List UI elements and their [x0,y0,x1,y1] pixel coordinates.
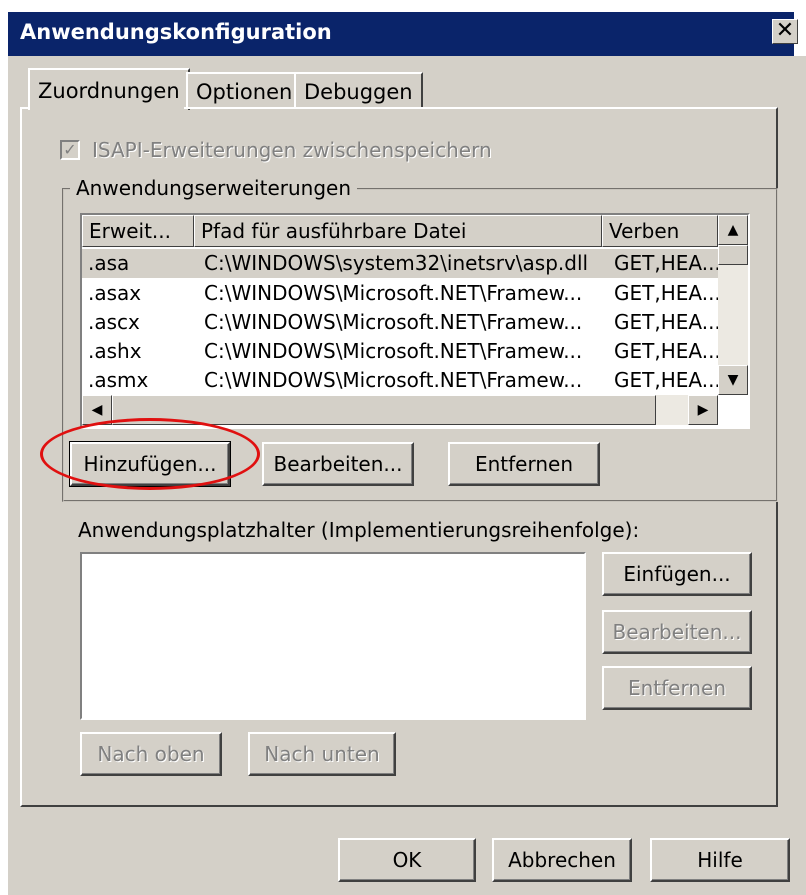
cell-path: C:\WINDOWS\Microsoft.NET\Framew... [204,339,583,363]
cell-verbs: GET,HEA... [614,368,718,392]
remove-placeholder-button[interactable]: Entfernen [602,666,752,710]
scroll-up-button[interactable]: ▲ [718,215,748,245]
active-tab-join [30,106,184,110]
arrow-down-icon: ▼ [727,372,739,388]
scroll-thumb[interactable] [718,245,748,265]
edit-placeholder-label: Bearbeiten... [612,620,742,644]
cell-path: C:\WINDOWS\Microsoft.NET\Framew... [204,281,583,305]
table-row[interactable]: .asmx C:\WINDOWS\Microsoft.NET\Framew...… [82,366,718,395]
ok-button[interactable]: OK [338,838,476,882]
cell-path: C:\WINDOWS\Microsoft.NET\Framew... [204,368,583,392]
cell-extension: .ashx [88,339,142,363]
help-button[interactable]: Hilfe [650,838,790,882]
tab-label: Debuggen [304,80,413,104]
tab-debuggen[interactable]: Debuggen [294,72,423,108]
scroll-down-button[interactable]: ▼ [718,365,748,395]
edit-placeholder-button[interactable]: Bearbeiten... [602,610,752,654]
check-icon: ✓ [63,140,77,159]
isapi-cache-checkbox[interactable]: ✓ [60,140,80,160]
insert-placeholder-button[interactable]: Einfügen... [602,552,752,596]
column-header-extension[interactable]: Erweit... [82,215,194,247]
table-row[interactable]: .ashx C:\WINDOWS\Microsoft.NET\Framew...… [82,337,718,366]
arrow-right-icon: ▶ [697,402,709,418]
isapi-cache-label-text: ISAPI-Erweiterungen zwischenspeichern [92,138,492,162]
cell-verbs: GET,HEA... [614,281,718,305]
move-down-label: Nach unten [264,742,380,766]
cell-extension: .asmx [88,368,149,392]
cancel-label: Abbrechen [508,848,616,872]
scroll-right-button[interactable]: ▶ [688,395,718,425]
edit-extension-label: Bearbeiten... [273,452,403,476]
help-label: Hilfe [697,848,743,872]
close-button[interactable]: ✕ [772,19,798,44]
cell-extension: .asa [88,251,130,275]
move-up-label: Nach oben [97,742,205,766]
tab-optionen[interactable]: Optionen [186,72,303,108]
cell-extension: .asax [88,281,142,305]
cancel-button[interactable]: Abbrechen [492,838,632,882]
table-row[interactable]: .ascx C:\WINDOWS\Microsoft.NET\Framew...… [82,308,718,337]
tab-label: Zuordnungen [38,79,180,103]
tab-zuordnungen[interactable]: Zuordnungen [28,68,190,110]
move-up-button[interactable]: Nach oben [80,732,222,776]
arrow-up-icon: ▲ [727,222,739,238]
extensions-group-legend: Anwendungserweiterungen [70,176,357,200]
close-icon: ✕ [775,18,795,43]
placeholders-list[interactable] [80,552,586,720]
remove-extension-label: Entfernen [474,452,574,476]
cell-verbs: GET,HEA... [614,310,718,334]
remove-extension-button[interactable]: Entfernen [448,442,600,486]
window-title: Anwendungskonfiguration [20,20,332,44]
cell-verbs: GET,HEA... [614,339,718,363]
isapi-cache-label: ISAPI-Erweiterungen zwischenspeichern [92,138,492,162]
remove-placeholder-label: Entfernen [627,676,727,700]
cell-path: C:\WINDOWS\Microsoft.NET\Framew... [204,310,583,334]
arrow-left-icon: ◀ [91,402,103,418]
table-row[interactable]: .asa C:\WINDOWS\system32\inetsrv\asp.dll… [82,249,718,278]
cell-path: C:\WINDOWS\system32\inetsrv\asp.dll [204,251,589,275]
cell-extension: .ascx [88,310,140,334]
insert-placeholder-label: Einfügen... [623,562,731,586]
placeholders-label: Anwendungsplatzhalter (Implementierungsr… [78,518,640,542]
table-row[interactable]: .asax C:\WINDOWS\Microsoft.NET\Framew...… [82,279,718,308]
cell-verbs: GET,HEA... [614,251,718,275]
ok-label: OK [392,848,422,872]
move-down-button[interactable]: Nach unten [248,732,396,776]
column-header-path[interactable]: Pfad für ausführbare Datei [194,215,602,247]
highlight-circle [40,418,260,490]
tab-label: Optionen [196,80,293,104]
edit-extension-button[interactable]: Bearbeiten... [262,442,414,486]
column-header-verbs[interactable]: Verben [602,215,718,247]
